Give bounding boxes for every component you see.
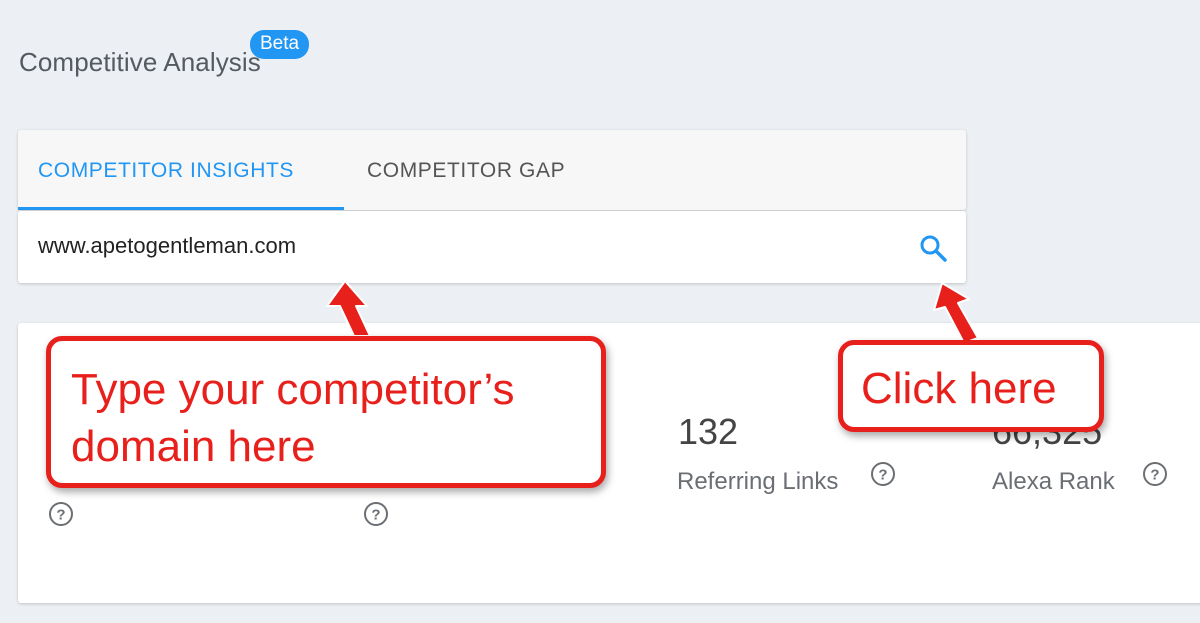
beta-badge: Beta (250, 30, 310, 59)
referring-links-label: Referring Links (677, 468, 839, 495)
svg-text:?: ? (56, 507, 65, 524)
click-here-callout: Click here (838, 340, 1104, 432)
page-title: Competitive Analysis (19, 47, 261, 77)
help-icon[interactable]: ? (1142, 461, 1168, 487)
type-domain-callout: Type your competitor’s domain here (46, 336, 606, 488)
callout-text-line1: Type your competitor’s (71, 365, 515, 414)
svg-text:?: ? (371, 507, 380, 524)
alexa-rank-label: Alexa Rank (992, 468, 1115, 495)
active-tab-indicator (18, 207, 344, 210)
search-icon[interactable] (918, 233, 948, 263)
referring-links-value: 132 (678, 411, 739, 452)
tab-bar: COMPETITOR INSIGHTS COMPETITOR GAP (18, 130, 966, 210)
help-icon[interactable]: ? (363, 501, 389, 527)
help-icon[interactable]: ? (870, 461, 896, 487)
callout-text-line2: domain here (71, 422, 316, 471)
tab-competitor-insights[interactable]: COMPETITOR INSIGHTS (38, 130, 294, 210)
svg-text:?: ? (878, 467, 887, 484)
domain-search-input[interactable] (38, 229, 898, 263)
help-icon[interactable]: ? (48, 501, 74, 527)
tab-competitor-gap[interactable]: COMPETITOR GAP (367, 130, 565, 210)
search-bar (18, 211, 966, 283)
callout-text: Click here (861, 364, 1057, 413)
svg-text:?: ? (1150, 467, 1159, 484)
